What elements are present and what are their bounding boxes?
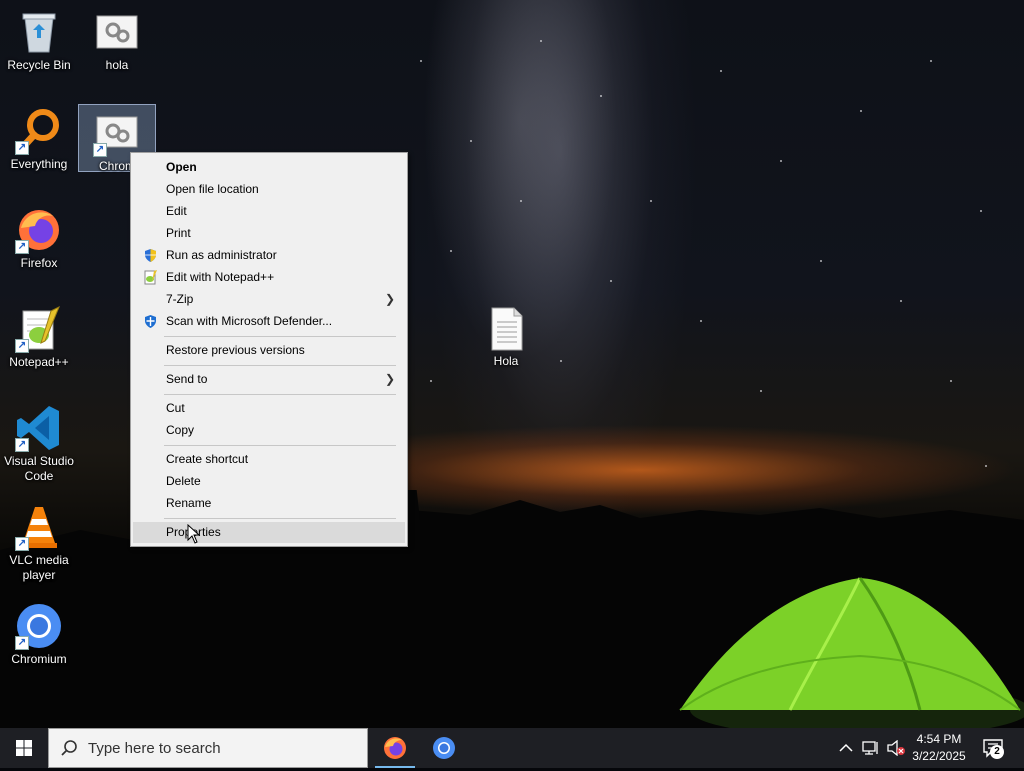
notepad-plus-plus-icon: ↗ xyxy=(15,305,63,353)
settings-file-icon: ↗ xyxy=(93,109,141,157)
shortcut-arrow-icon: ↗ xyxy=(15,240,29,254)
desktop-icon-everything[interactable]: ↗ Everything xyxy=(1,103,77,172)
menu-item-delete[interactable]: Delete xyxy=(133,471,405,492)
glowing-tent xyxy=(679,577,1024,728)
menu-item-edit-with-notepad-plus-plus[interactable]: Edit with Notepad++ xyxy=(133,267,405,288)
everything-search-icon: ↗ xyxy=(15,107,63,155)
menu-item-run-as-administrator[interactable]: Run as administrator xyxy=(133,245,405,266)
uac-shield-icon xyxy=(145,249,156,262)
volume-muted-icon[interactable] xyxy=(886,740,906,756)
menu-separator xyxy=(164,518,396,519)
clock-date: 3/22/2025 xyxy=(912,749,966,763)
notification-count-badge: 2 xyxy=(990,745,1004,759)
menu-item-properties[interactable]: Properties xyxy=(133,522,405,543)
search-icon xyxy=(61,740,77,756)
taskbar: Type here to search 4:54 PM 3/22/2025 2 xyxy=(0,728,1024,768)
desktop-icon-recycle-bin[interactable]: Recycle Bin xyxy=(1,4,77,73)
desktop-icon-notepad-plus-plus[interactable]: ↗ Notepad++ xyxy=(1,301,77,370)
menu-item-edit[interactable]: Edit xyxy=(133,201,405,222)
vlc-cone-icon: ↗ xyxy=(15,503,63,551)
desktop-icon-label: Everything xyxy=(10,157,68,171)
chromium-icon: ↗ xyxy=(15,602,63,650)
menu-item-open[interactable]: Open xyxy=(133,157,405,178)
menu-item-send-to[interactable]: Send to ❯ xyxy=(133,369,405,390)
desktop-icon-label: Firefox xyxy=(20,256,58,270)
firefox-icon: ↗ xyxy=(15,206,63,254)
context-menu: Open Open file location Edit Print Run a… xyxy=(130,152,408,547)
recycle-bin-icon xyxy=(15,8,63,56)
taskbar-clock[interactable]: 4:54 PM 3/22/2025 xyxy=(906,731,972,765)
chromium-icon xyxy=(433,737,455,759)
desktop-icon-hola-text[interactable]: Hola xyxy=(468,300,544,369)
desktop-icon-label: Recycle Bin xyxy=(7,58,71,72)
menu-item-rename[interactable]: Rename xyxy=(133,493,405,514)
submenu-arrow-icon: ❯ xyxy=(384,372,395,386)
desktop-icon-label: Chromium xyxy=(11,652,67,666)
notepad-plus-plus-icon xyxy=(144,270,157,285)
menu-separator xyxy=(164,336,396,337)
menu-item-restore-previous-versions[interactable]: Restore previous versions xyxy=(133,340,405,361)
search-placeholder: Type here to search xyxy=(88,740,221,757)
desktop-icon-label: VLC media player xyxy=(9,553,69,582)
desktop-icon-chromium[interactable]: ↗ Chromium xyxy=(1,598,77,667)
menu-item-create-shortcut[interactable]: Create shortcut xyxy=(133,449,405,470)
desktop-icon-vscode[interactable]: ↗ Visual Studio Code xyxy=(1,400,77,484)
defender-shield-icon xyxy=(145,315,156,328)
menu-item-7zip[interactable]: 7-Zip ❯ xyxy=(133,289,405,310)
menu-item-copy[interactable]: Copy xyxy=(133,420,405,441)
desktop-icon-hola-settings[interactable]: hola xyxy=(79,4,155,73)
menu-item-cut[interactable]: Cut xyxy=(133,398,405,419)
menu-item-open-file-location[interactable]: Open file location xyxy=(133,179,405,200)
shortcut-arrow-icon: ↗ xyxy=(15,537,29,551)
show-hidden-icons-chevron-icon[interactable] xyxy=(838,741,854,755)
start-button[interactable] xyxy=(0,728,48,768)
shortcut-arrow-icon: ↗ xyxy=(15,141,29,155)
desktop-icon-label: hola xyxy=(105,58,129,72)
firefox-icon xyxy=(384,737,406,759)
action-center-button[interactable]: 2 xyxy=(976,728,1016,768)
submenu-arrow-icon: ❯ xyxy=(384,292,395,306)
menu-separator xyxy=(164,365,396,366)
vscode-icon: ↗ xyxy=(15,404,63,452)
shortcut-arrow-icon: ↗ xyxy=(15,636,29,650)
network-icon[interactable] xyxy=(862,740,880,756)
desktop-icon-vlc[interactable]: ↗ VLC media player xyxy=(1,499,77,583)
clock-time: 4:54 PM xyxy=(916,732,962,746)
menu-separator xyxy=(164,445,396,446)
desktop-icon-label: Visual Studio Code xyxy=(4,454,74,483)
taskbar-app-firefox[interactable] xyxy=(371,728,419,768)
windows-logo-icon xyxy=(16,740,32,756)
shortcut-arrow-icon: ↗ xyxy=(93,143,107,157)
desktop-icon-label: Hola xyxy=(493,354,519,368)
taskbar-app-chromium[interactable] xyxy=(420,728,468,768)
shortcut-arrow-icon: ↗ xyxy=(15,339,29,353)
menu-item-print[interactable]: Print xyxy=(133,223,405,244)
menu-separator xyxy=(164,394,396,395)
text-document-icon xyxy=(482,304,530,352)
mouse-pointer-icon xyxy=(187,524,201,544)
taskbar-search-box[interactable]: Type here to search xyxy=(48,728,368,768)
shortcut-arrow-icon: ↗ xyxy=(15,438,29,452)
desktop-icon-label: Notepad++ xyxy=(9,355,69,369)
menu-item-scan-with-defender[interactable]: Scan with Microsoft Defender... xyxy=(133,311,405,332)
settings-file-icon xyxy=(93,8,141,56)
desktop-icon-firefox[interactable]: ↗ Firefox xyxy=(1,202,77,271)
